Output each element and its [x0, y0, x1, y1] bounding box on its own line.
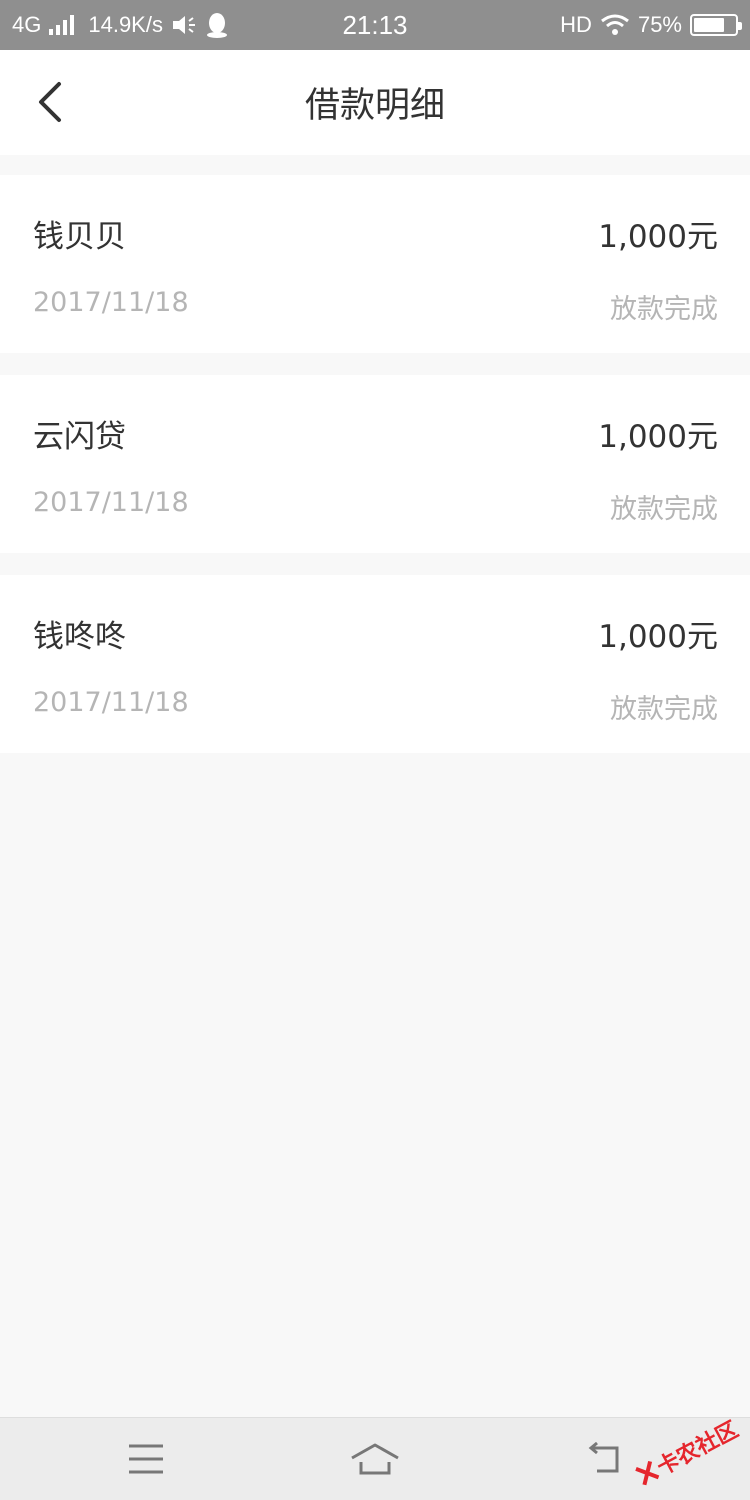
- nav-header: 借款明细: [0, 50, 750, 155]
- loan-name: 云闪贷: [33, 419, 126, 455]
- menu-icon: [129, 1444, 163, 1474]
- loan-date: 2017/11/18: [33, 287, 189, 318]
- status-right: HD 75%: [560, 0, 742, 50]
- network-type: 4G: [12, 12, 42, 37]
- hd-indicator: HD: [560, 12, 592, 37]
- loan-card[interactable]: 钱贝贝 1,000元 2017/11/18 放款完成: [0, 175, 750, 353]
- return-button[interactable]: [573, 1436, 633, 1482]
- system-nav-bar: 卡农社区: [0, 1417, 750, 1500]
- menu-button[interactable]: [116, 1436, 176, 1482]
- loan-status: 放款完成: [610, 494, 718, 525]
- loan-card[interactable]: 钱咚咚 1,000元 2017/11/18 放款完成: [0, 575, 750, 753]
- wifi-icon: [601, 14, 629, 35]
- status-left: 4G 14.9K/s: [12, 0, 229, 50]
- battery-icon: [690, 14, 742, 36]
- network-speed: 14.9K/s: [88, 12, 163, 37]
- loan-date: 2017/11/18: [33, 687, 189, 718]
- home-icon: [351, 1443, 399, 1475]
- page-title: 借款明细: [304, 86, 445, 126]
- battery-fill: [694, 18, 724, 32]
- loan-amount: 1,000元: [598, 619, 718, 655]
- loan-date: 2017/11/18: [33, 487, 189, 518]
- loan-list: 钱贝贝 1,000元 2017/11/18 放款完成 云闪贷 1,000元 20…: [0, 175, 750, 775]
- battery-percent: 75%: [637, 12, 682, 37]
- loan-amount: 1,000元: [598, 219, 718, 255]
- home-button[interactable]: [345, 1436, 405, 1482]
- qq-penguin-icon: [206, 13, 227, 38]
- loan-name: 钱贝贝: [33, 219, 126, 255]
- signal-icon: [49, 15, 75, 35]
- return-icon: [588, 1442, 619, 1473]
- loan-amount: 1,000元: [598, 419, 718, 455]
- loan-status: 放款完成: [610, 294, 718, 325]
- status-bar: 4G 14.9K/s 21:13 HD 75%: [0, 0, 750, 50]
- loan-card[interactable]: 云闪贷 1,000元 2017/11/18 放款完成: [0, 375, 750, 553]
- loan-status: 放款完成: [610, 694, 718, 725]
- loan-name: 钱咚咚: [33, 619, 126, 655]
- speaker-icon: [172, 16, 195, 34]
- watermark-text: 卡农社区: [653, 1417, 743, 1481]
- watermark-logo: 卡农社区: [624, 1400, 749, 1500]
- app-page: 4G 14.9K/s 21:13 HD 75% 借款明细 钱贝贝 1,000元 …: [0, 0, 750, 1500]
